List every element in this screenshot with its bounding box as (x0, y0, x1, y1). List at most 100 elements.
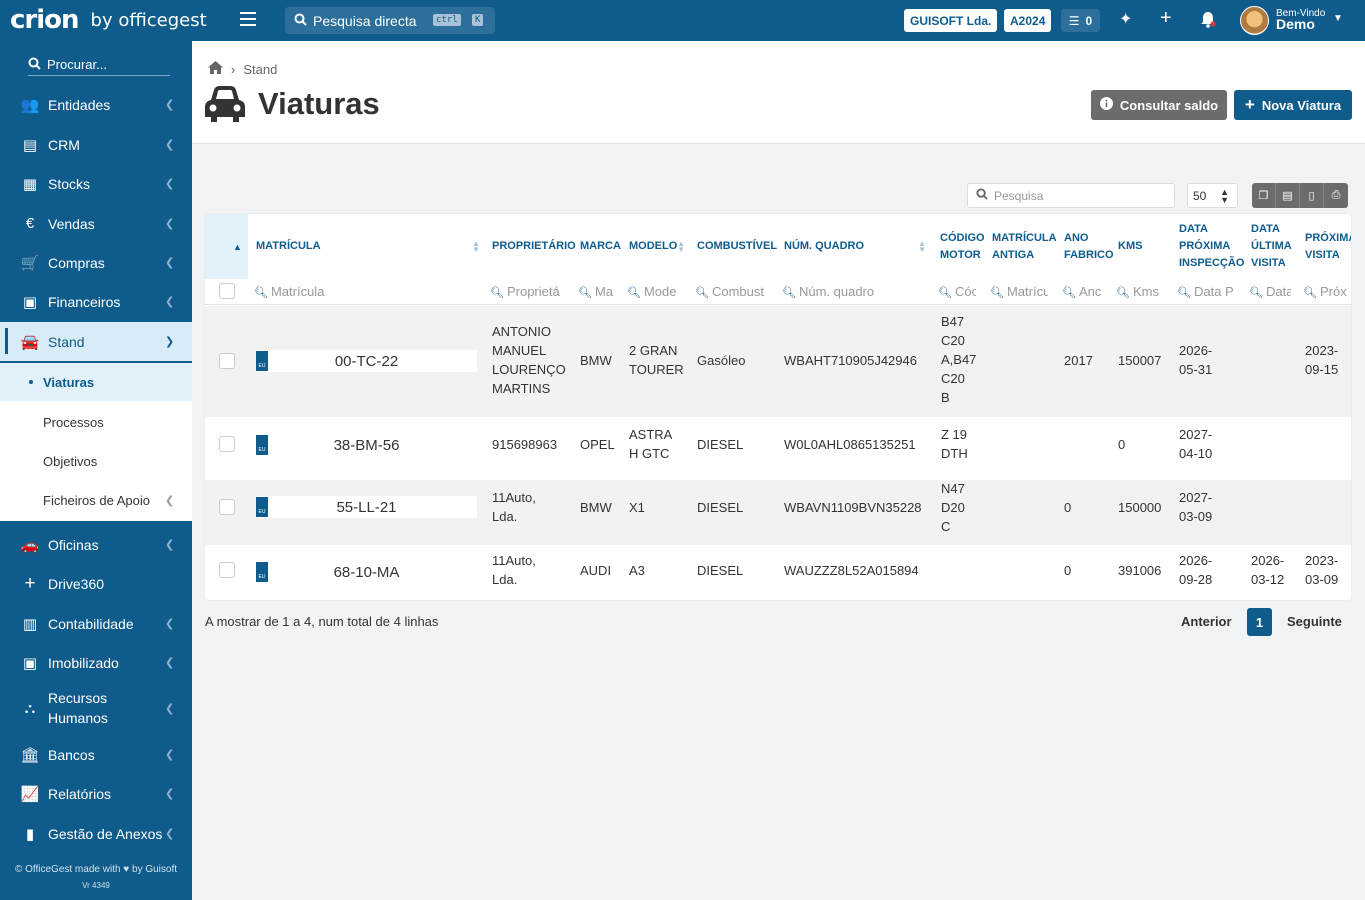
filter-matricula-antiga[interactable]: 🔍︎ Matrícu (990, 284, 1048, 299)
table-row[interactable]: 38-BM-56 EU 915698963 OPEL ASTRA H GTC DI… (205, 417, 1351, 480)
header-ano-fabrico[interactable]: ANO FABRICO (1064, 214, 1116, 279)
sidebar-item-imobilizado[interactable]: ▣ Imobilizado ❮ (0, 643, 192, 682)
consultar-saldo-button[interactable]: Consultar saldo (1091, 90, 1227, 120)
sidebar-item-label: Gestão de Anexos (48, 825, 163, 842)
header-label: VISITA (1251, 257, 1286, 269)
header-proprietario[interactable]: PROPRIETÁRIO (492, 214, 576, 279)
cell-codigo-motor: N47 D20 C (941, 479, 965, 536)
filter-kms[interactable]: 🔍︎ Kms (1116, 284, 1168, 299)
submenu-item-ficheiros-de-apoio[interactable]: Ficheiros de Apoio ❮ (0, 481, 192, 519)
sidebar-item-drive360[interactable]: + Drive360 (0, 564, 192, 603)
submenu-item-viaturas[interactable]: Viaturas (0, 363, 192, 401)
filter-data-ultima-visita[interactable]: 🔍︎ Data (1249, 284, 1291, 299)
search-icon: 🔍︎ (578, 287, 592, 299)
stand-submenu: Viaturas Processos Objetivos Ficheiros d… (0, 363, 192, 521)
table-row[interactable]: 55-LL-21 EU 11Auto, Lda. BMW X1 DIESEL WB… (205, 480, 1351, 545)
header-proxima-visita[interactable]: PRÓXIMA VISITA (1305, 214, 1351, 279)
header-marca[interactable]: MARCA (580, 214, 624, 279)
table-row[interactable]: 00-TC-22 EU ANTONIO MANUEL LOURENÇO MARTINS… (205, 306, 1351, 417)
page-size-select[interactable]: 50 ▲ ▼ (1187, 183, 1238, 208)
filter-codigo-motor[interactable]: 🔍︎ Cóc (938, 284, 976, 299)
bell-icon[interactable] (1200, 11, 1216, 33)
license-plate: 55-LL-21 EU (256, 496, 477, 518)
sidebar-item-gestao-de-anexos[interactable]: ▮ Gestão de Anexos ❮ (0, 814, 192, 853)
select-column-header[interactable]: ▲ (205, 214, 248, 279)
header-data-ultima-visita[interactable]: DATA ÚLTIMA VISITA (1251, 214, 1301, 279)
eu-flag-icon: EU (256, 351, 268, 371)
cell-line: 2023- (1305, 343, 1339, 358)
copy-icon[interactable]: ❐ (1252, 183, 1276, 208)
excel-icon[interactable]: ▤ (1276, 183, 1300, 208)
table-search-input[interactable]: Pesquisa (967, 183, 1175, 208)
sidebar-item-entidades[interactable]: 👥 Entidades ❮ (0, 85, 192, 124)
sidebar-item-compras[interactable]: 🛒 Compras ❮ (0, 243, 192, 282)
header-num-quadro[interactable]: NÚM. QUADRO ▲ ▼ (784, 214, 928, 279)
header-combustivel[interactable]: COMBUSTÍVEL (697, 214, 779, 279)
sidebar-item-bancos[interactable]: 🏛 Bancos ❮ (0, 735, 192, 774)
header-modelo[interactable]: MODELO ▲ ▼ (629, 214, 687, 279)
row-checkbox[interactable] (219, 353, 235, 369)
row-checkbox[interactable] (219, 562, 235, 578)
nova-viatura-button[interactable]: + Nova Viatura (1234, 90, 1352, 120)
table-row[interactable]: 68-10-MA EU 11Auto, Lda. AUDI A3 DIESEL W… (205, 545, 1351, 600)
breadcrumb-stand[interactable]: Stand (243, 62, 277, 77)
submenu-item-objetivos[interactable]: Objetivos (0, 442, 192, 480)
app-logo[interactable]: crion by officegest (10, 5, 207, 35)
cell-kms: 391006 (1118, 563, 1162, 578)
sidebar-item-relatorios[interactable]: 📈 Relatórios ❮ (0, 774, 192, 813)
plus-icon[interactable]: + (1160, 8, 1172, 28)
pdf-icon[interactable]: ▯ (1300, 183, 1324, 208)
cell-ano-fabrico: 0 (1064, 500, 1072, 515)
sidebar-item-contabilidade[interactable]: ▥ Contabilidade ❮ (0, 604, 192, 643)
company-badge[interactable]: GUISOFT Lda. (904, 9, 998, 32)
submenu-item-label: Processos (43, 414, 104, 430)
filter-data-proxima-inspeccao[interactable]: 🔍︎ Data P (1177, 284, 1237, 299)
user-menu[interactable]: Bem-Vindo Demo (1276, 8, 1325, 31)
filter-ano-fabrico[interactable]: 🔍︎ Anc (1062, 284, 1102, 299)
sidebar-item-crm[interactable]: ▤ CRM ❮ (0, 125, 192, 164)
sidebar-item-label: Entidades (48, 96, 111, 113)
row-checkbox[interactable] (219, 436, 235, 452)
header-codigo-motor[interactable]: CÓDIGO MOTOR (940, 214, 988, 279)
sidebar-item-vendas[interactable]: € Vendas ❮ (0, 204, 192, 243)
pagination-prev[interactable]: Anterior (1181, 614, 1232, 629)
pagination-page-1[interactable]: 1 (1247, 608, 1272, 636)
sidebar-item-oficinas[interactable]: 🚗 Oficinas ❮ (0, 525, 192, 564)
filter-matricula[interactable]: 🔍︎ Matrícula (254, 284, 474, 299)
sidebar-item-recursos-humanos[interactable]: ⛬ Recursos Humanos ❮ (0, 683, 192, 733)
cell-combustivel: DIESEL (697, 563, 744, 578)
filter-combustivel[interactable]: 🔍︎ Combust (695, 284, 769, 299)
row-checkbox[interactable] (219, 499, 235, 515)
filter-proxima-visita[interactable]: 🔍︎ Próx (1303, 284, 1349, 299)
sort-up-icon: ▲ (233, 242, 242, 252)
filter-marca[interactable]: 🔍︎ Ma (578, 284, 614, 299)
year-badge[interactable]: A2024 (1004, 9, 1052, 32)
filter-placeholder: Matrícu (1006, 284, 1048, 299)
cell-line: C (941, 519, 951, 534)
select-all-checkbox[interactable] (219, 283, 235, 299)
avatar[interactable] (1240, 6, 1269, 35)
chevron-down-icon[interactable]: ▼ (1333, 13, 1343, 24)
submenu-item-processos[interactable]: Processos (0, 403, 192, 441)
cell-line: 09-28 (1179, 572, 1213, 587)
header-matricula[interactable]: MATRÍCULA ▲ ▼ (256, 214, 482, 279)
sidebar-item-financeiros[interactable]: ▣ Financeiros ❮ (0, 282, 192, 321)
filter-modelo[interactable]: 🔍︎ Mode (627, 284, 679, 299)
header-kms[interactable]: KMS (1118, 214, 1170, 279)
sidebar-item-stocks[interactable]: ▦ Stocks ❮ (0, 164, 192, 203)
sidebar-search-input[interactable]: Procurar... (28, 54, 170, 76)
quick-search-input[interactable]: Pesquisa directa ctrl K (285, 7, 495, 34)
menu-icon[interactable] (240, 12, 256, 28)
search-icon (294, 13, 307, 29)
sparkle-icon[interactable]: ✦ (1119, 11, 1132, 29)
home-icon[interactable] (208, 61, 223, 77)
cell-ano-fabrico: 0 (1064, 563, 1072, 578)
tasks-button[interactable]: ☰ 0 (1061, 9, 1100, 32)
filter-proprietario[interactable]: 🔍︎ Proprietá (490, 284, 562, 299)
print-icon[interactable]: ⎙ (1324, 183, 1348, 208)
pagination-next[interactable]: Seguinte (1287, 614, 1342, 629)
header-data-proxima-inspeccao[interactable]: DATA PRÓXIMA INSPECÇÃO (1179, 214, 1245, 279)
filter-num-quadro[interactable]: 🔍︎ Núm. quadro (782, 284, 930, 299)
header-matricula-antiga[interactable]: MATRÍCULA ANTIGA (992, 214, 1057, 279)
sidebar-item-stand[interactable]: 🚘 Stand ❯ (0, 322, 192, 361)
